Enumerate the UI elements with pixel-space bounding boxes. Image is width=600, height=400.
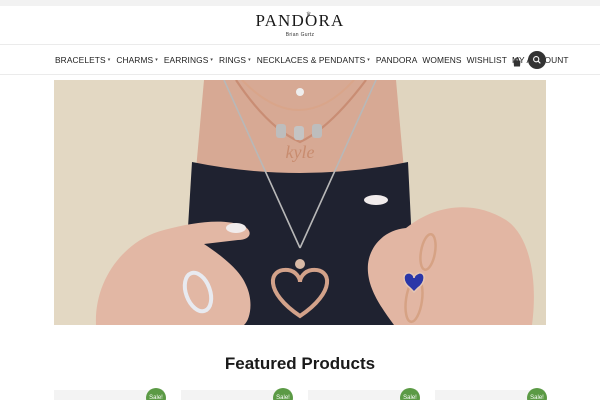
featured-products-heading: Featured Products (224, 354, 376, 373)
nav-item-rings[interactable]: RINGS ▾ (219, 55, 251, 65)
nav-label: WISHLIST (466, 55, 507, 65)
logo-text: PANDORA (255, 11, 345, 30)
nav-label: WOMENS (422, 55, 462, 65)
search-icon (533, 56, 541, 64)
logo-subtitle: Brian Gurtz (285, 32, 315, 38)
chevron-down-icon: ▾ (367, 57, 370, 63)
chevron-down-icon: ▾ (248, 57, 251, 63)
chevron-down-icon: ▾ (155, 57, 158, 63)
nav-item-womens[interactable]: WOMENS (422, 55, 461, 65)
nav-label: EARRINGS (163, 55, 209, 65)
nav-label: PANDORA (375, 55, 418, 65)
main-navigation: BRACELETS ▾ CHARMS ▾ EARRINGS ▾ RINGS ▾ NECK… (55, 50, 574, 70)
logo-wordmark: ♛ PANDORA (255, 11, 344, 31)
header-divider (0, 44, 600, 45)
nav-item-pandora[interactable]: PANDORA (376, 55, 418, 65)
crown-icon: ♛ (306, 12, 312, 18)
nav-item-bracelets[interactable]: BRACELETS ▾ (55, 55, 110, 65)
site-logo[interactable]: ♛ PANDORA Brian Gurtz (0, 8, 600, 44)
search-button[interactable] (528, 51, 546, 69)
nav-label: RINGS (219, 55, 247, 65)
shopping-bag-icon[interactable] (512, 54, 522, 67)
nav-item-necklaces-pendants[interactable]: NECKLACES & PENDANTS ▾ (257, 55, 370, 65)
nav-item-earrings[interactable]: EARRINGS ▾ (164, 55, 213, 65)
nav-item-charms[interactable]: CHARMS ▾ (116, 55, 158, 65)
nav-label: CHARMS (116, 55, 154, 65)
nav-label: BRACELETS (55, 55, 106, 65)
hero-banner-image[interactable]: kyle (54, 80, 546, 325)
nav-label: NECKLACES & PENDANTS (256, 55, 366, 65)
nav-item-wishlist[interactable]: WISHLIST (467, 55, 507, 65)
chevron-down-icon: ▾ (210, 57, 214, 63)
nav-divider (0, 74, 600, 75)
charm-name-text: kyle (286, 142, 315, 162)
top-strip (0, 0, 600, 6)
chevron-down-icon: ▾ (107, 57, 111, 63)
